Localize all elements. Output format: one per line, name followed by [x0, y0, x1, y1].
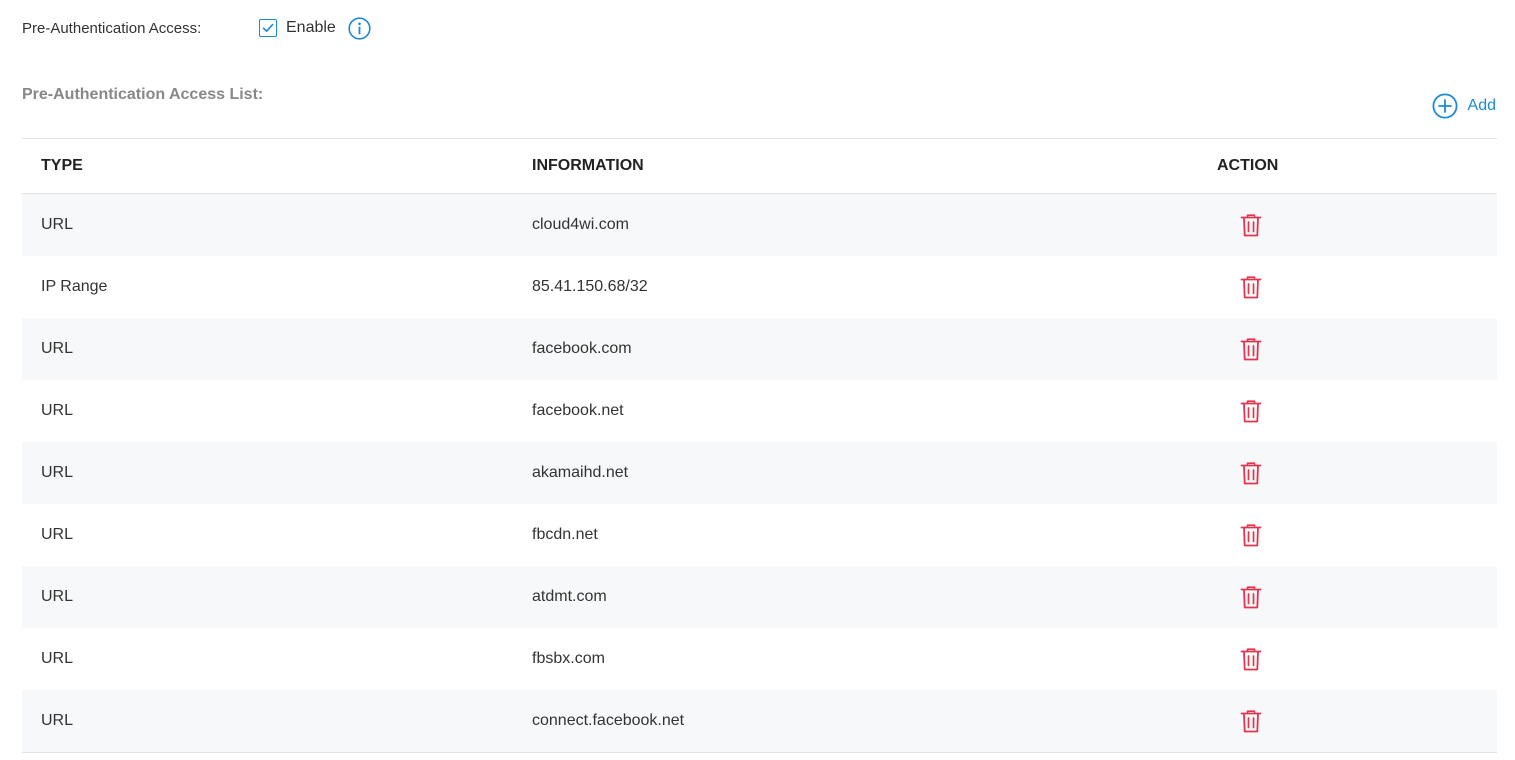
- cell-type: URL: [41, 340, 74, 357]
- trash-icon[interactable]: [1240, 709, 1262, 733]
- check-icon: [262, 23, 274, 32]
- table-row: URL facebook.net: [22, 380, 1497, 442]
- cell-information: connect.facebook.net: [532, 712, 685, 729]
- page: Pre-Authentication Access: Enable Pre-Au…: [0, 0, 1515, 760]
- cell-type: URL: [41, 526, 74, 543]
- cell-type: URL: [41, 588, 74, 605]
- table-row: URL akamaihd.net: [22, 442, 1497, 504]
- access-list-table: TYPE INFORMATION ACTION URL cloud4wi.com…: [22, 138, 1497, 753]
- cell-type: URL: [41, 402, 74, 419]
- pre-auth-access-label: Pre-Authentication Access:: [22, 19, 202, 37]
- trash-icon[interactable]: [1240, 585, 1262, 609]
- column-header-type: TYPE: [41, 157, 83, 174]
- cell-type: URL: [41, 650, 74, 667]
- table-row: URL connect.facebook.net: [22, 690, 1497, 753]
- pre-auth-access-row: Pre-Authentication Access: Enable: [22, 14, 371, 42]
- cell-information: 85.41.150.68/32: [532, 278, 648, 295]
- table-row: URL facebook.com: [22, 318, 1497, 380]
- trash-icon[interactable]: [1240, 647, 1262, 671]
- column-header-action: ACTION: [1217, 157, 1279, 174]
- enable-checkbox[interactable]: [259, 19, 277, 37]
- cell-information: akamaihd.net: [532, 464, 629, 481]
- table-body: URL cloud4wi.com IP Range 85.41.150.68/3…: [22, 194, 1497, 753]
- cell-type: URL: [41, 216, 74, 233]
- column-header-information: INFORMATION: [532, 157, 644, 174]
- cell-information: facebook.net: [532, 402, 624, 419]
- cell-information: fbcdn.net: [532, 526, 598, 543]
- cell-type: IP Range: [41, 278, 108, 295]
- enable-label[interactable]: Enable: [286, 19, 336, 37]
- cell-information: cloud4wi.com: [532, 216, 629, 233]
- info-icon[interactable]: [348, 16, 371, 40]
- cell-type: URL: [41, 464, 74, 481]
- cell-type: URL: [41, 712, 74, 729]
- table-row: URL fbcdn.net: [22, 504, 1497, 566]
- table-row: URL fbsbx.com: [22, 628, 1497, 690]
- cell-information: fbsbx.com: [532, 650, 605, 667]
- table-row: URL cloud4wi.com: [22, 194, 1497, 256]
- access-list-title: Pre-Authentication Access List:: [22, 86, 264, 103]
- plus-circle-icon: [1432, 93, 1458, 119]
- trash-icon[interactable]: [1240, 213, 1262, 237]
- cell-information: facebook.com: [532, 340, 632, 357]
- trash-icon[interactable]: [1240, 337, 1262, 361]
- trash-icon[interactable]: [1240, 275, 1262, 299]
- table-header: TYPE INFORMATION ACTION: [22, 139, 1497, 194]
- table-row: IP Range 85.41.150.68/32: [22, 256, 1497, 318]
- cell-information: atdmt.com: [532, 588, 607, 605]
- trash-icon[interactable]: [1240, 523, 1262, 547]
- trash-icon[interactable]: [1240, 461, 1262, 485]
- add-button[interactable]: Add: [1432, 93, 1496, 119]
- table-row: URL atdmt.com: [22, 566, 1497, 628]
- trash-icon[interactable]: [1240, 399, 1262, 423]
- add-label: Add: [1467, 97, 1496, 114]
